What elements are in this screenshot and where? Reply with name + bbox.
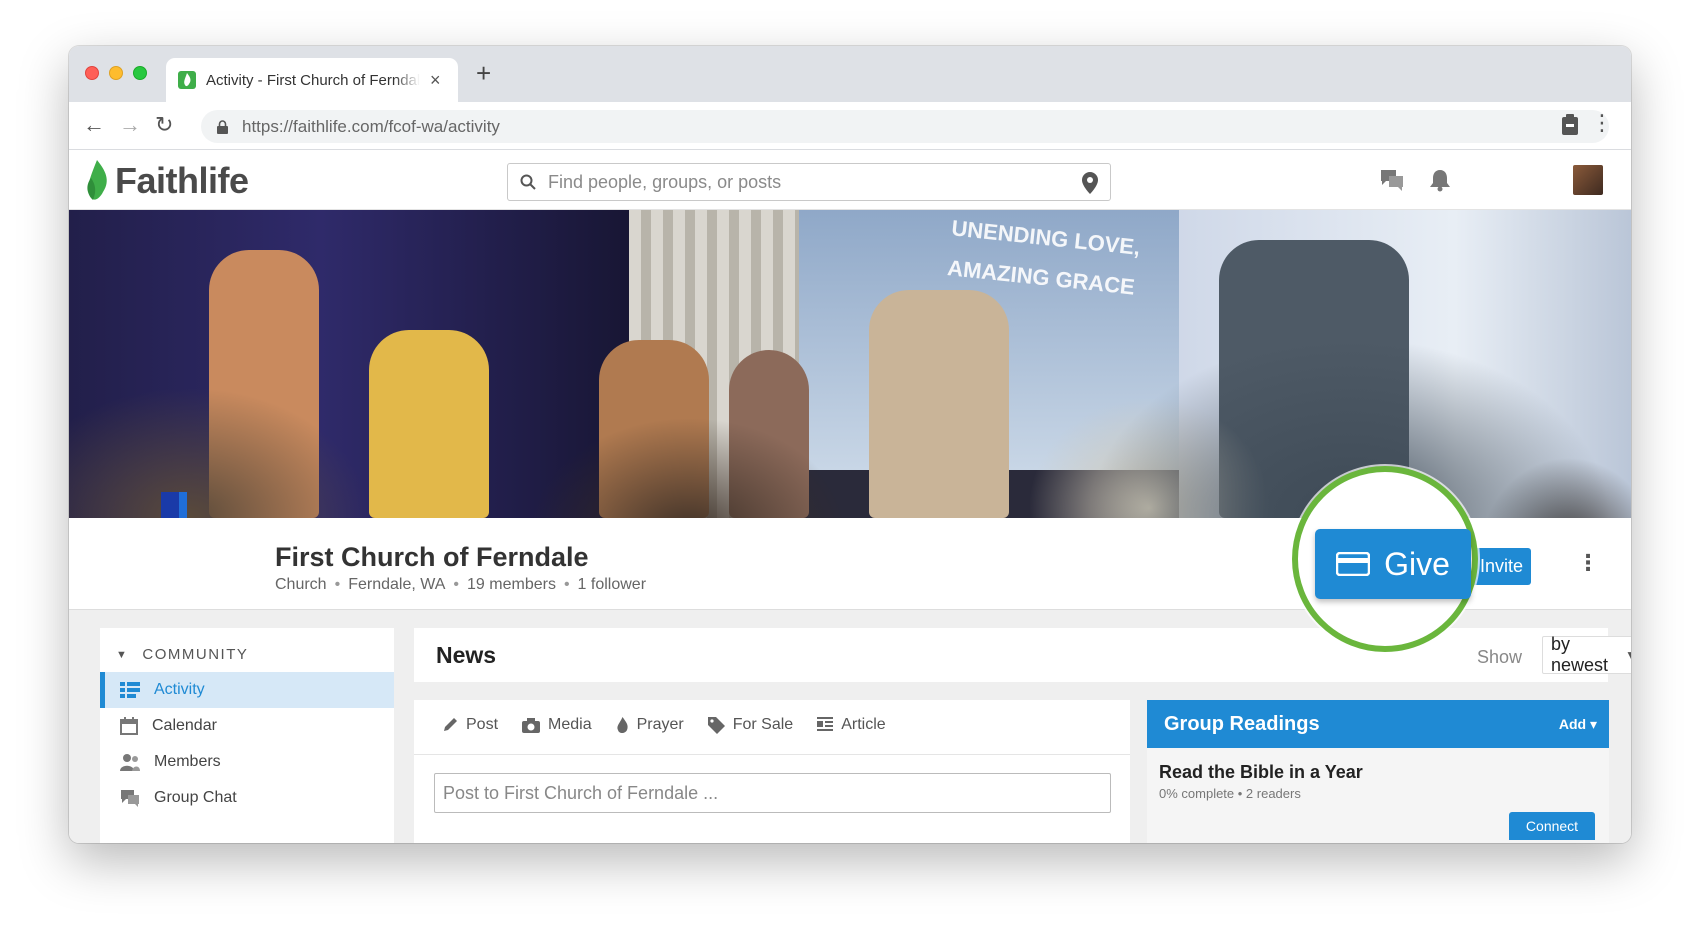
group-followers-count[interactable]: 1 follower [578,576,646,594]
url-path: /fcof-wa/activity [383,116,500,136]
group-members-count[interactable]: 19 members [467,576,556,594]
browser-window: Activity - First Church of Ferndale × + … [69,46,1631,843]
composer-tab-for-sale[interactable]: For Sale [707,716,793,734]
give-label: Give [1384,545,1450,582]
give-button[interactable]: Give [1315,529,1471,599]
url-text: https://faithlife.com/fcof-wa/activity [242,117,500,137]
notifications-bell-icon[interactable] [1429,168,1451,192]
sidebar-section-community[interactable]: ▼ COMMUNITY [116,646,248,663]
show-label: Show [1477,647,1523,667]
reading-plan-title[interactable]: Read the Bible in a Year [1159,762,1363,783]
zoom-window-button[interactable] [133,66,147,80]
tab-title: Activity - First Church of Ferndale [206,71,420,89]
sort-value: by newest [1551,634,1609,675]
location-pin-icon[interactable] [1082,172,1098,194]
sidebar-item-label: Calendar [152,717,217,734]
close-window-button[interactable] [85,66,99,80]
group-readings-panel: Group Readings Add ▾ Read the Bible in a… [1147,700,1609,843]
logo-text: Faithlife [115,160,249,201]
sidebar-item-calendar[interactable]: Calendar [100,708,394,744]
article-icon [817,717,834,731]
composer-tab-prayer[interactable]: Prayer [616,716,684,734]
browser-menu-icon[interactable]: ⋮ [1591,112,1613,134]
group-location: Ferndale, WA [348,576,446,593]
user-avatar[interactable] [1573,165,1603,195]
browser-toolbar: ← → ↻ https://faithlife.com/fcof-wa/acti… [69,102,1631,150]
tab-strip: Activity - First Church of Ferndale × + [69,46,1631,102]
minimize-window-button[interactable] [109,66,123,80]
composer-tab-media[interactable]: Media [522,716,592,734]
browser-tab-activity[interactable]: Activity - First Church of Ferndale × [166,58,458,102]
sidebar-item-label: Activity [154,681,205,698]
site-header: Faithlife [69,150,1631,210]
sidebar-item-group-chat[interactable]: Group Chat [100,780,394,816]
camera-icon [522,717,541,733]
back-arrow-icon[interactable]: ← [83,114,105,136]
sidebar-item-activity[interactable]: Activity [100,672,394,708]
tag-icon [707,716,725,734]
activity-icon [120,682,140,698]
sidebar-item-label: Members [154,753,221,770]
reload-icon[interactable]: ↻ [155,114,173,136]
credit-card-icon [1336,552,1371,576]
messages-icon[interactable] [1379,168,1405,192]
new-tab-button[interactable]: + [476,60,491,86]
composer-tab-article[interactable]: Article [817,716,886,734]
reading-plan-meta: 0% complete • 2 readers [1159,786,1301,801]
search-box[interactable] [507,163,1111,201]
chat-icon [121,790,139,807]
tab-close-icon[interactable]: × [430,71,441,89]
faithlife-favicon-icon [178,71,196,89]
collapse-caret-icon: ▼ [116,648,129,661]
composer-tab-post[interactable]: Post [442,716,498,734]
readings-header: Group Readings Add ▾ [1147,700,1609,748]
sidebar-item-label: Group Chat [154,789,237,806]
post-input[interactable] [434,773,1111,813]
more-options-icon[interactable]: ⋮ [1577,552,1599,574]
members-icon [120,754,140,771]
news-title: News [436,642,497,668]
flame-icon [617,716,628,733]
readings-title: Group Readings [1164,712,1320,735]
sort-dropdown[interactable]: by newest ▼ [1542,634,1631,675]
dropdown-caret-icon: ▼ [1625,648,1631,662]
post-composer: Post Media Prayer For Sale Article Post … [414,700,1130,843]
composer-tabs: Post Media Prayer For Sale Article [442,716,886,734]
forward-arrow-icon[interactable]: → [119,114,141,136]
flame-logo-icon [87,160,107,200]
address-bar[interactable]: https://faithlife.com/fcof-wa/activity [201,110,1609,143]
extension-clipboard-icon[interactable] [1561,114,1579,136]
group-type: Church [275,576,327,593]
group-sidebar: ▼ COMMUNITY Activity Calendar Members Gr… [100,628,394,843]
sidebar-item-members[interactable]: Members [100,744,394,780]
search-icon [520,174,536,190]
lock-icon [217,119,228,134]
calendar-icon [120,717,138,735]
group-meta: Church • Ferndale, WA • 19 members • 1 f… [275,576,647,594]
url-domain: https://faithlife.com [242,116,384,136]
add-reading-button[interactable]: Add ▾ [1559,716,1597,733]
pencil-icon [444,718,457,731]
group-name: First Church of Ferndale [275,542,589,572]
faithlife-logo[interactable]: Faithlife [83,160,249,202]
connect-button[interactable]: Connect [1509,812,1595,840]
search-input[interactable] [548,171,1048,193]
